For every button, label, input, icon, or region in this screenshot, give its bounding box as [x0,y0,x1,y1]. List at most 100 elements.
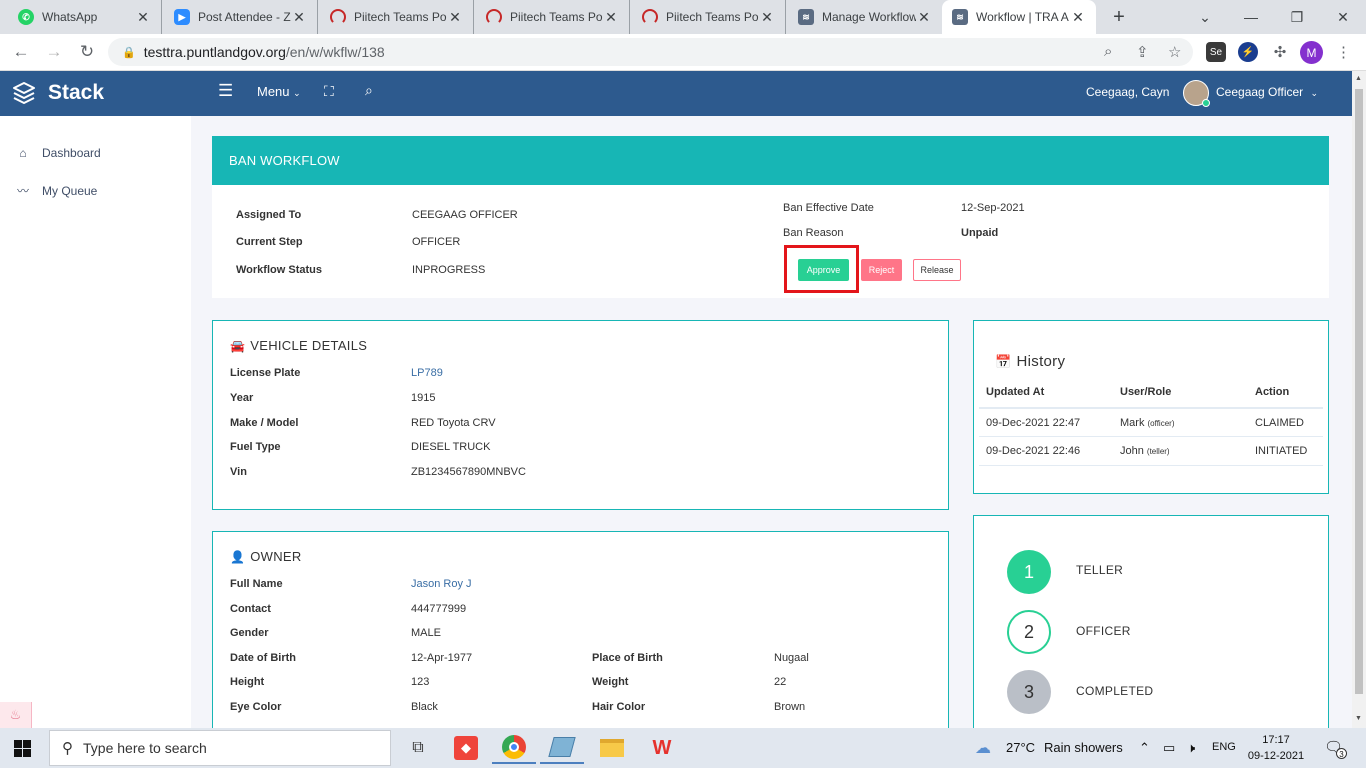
pob-value: Nugaal [774,652,809,664]
online-status-dot [1202,99,1210,107]
brand-name: Stack [48,81,105,104]
forward-arrow-icon[interactable]: → [43,42,65,62]
tab-manage-workflow[interactable]: ≋ Manage Workflow ✕ [788,0,942,34]
back-arrow-icon[interactable]: ← [10,42,32,62]
sidebar-item-label: My Queue [42,183,98,198]
owner-card: 👤 OWNER Full Name Jason Roy J Contact 44… [212,531,949,731]
tab-piitech-1[interactable]: Piitech Teams Por ✕ [320,0,474,34]
tab-workflow-active[interactable]: ≋ Workflow | TRA A ✕ [942,0,1096,34]
menu-dropdown[interactable]: Menu ⌄ [257,84,301,99]
assigned-to-value: CEEGAAG OFFICER [412,209,518,221]
workflow-status-label: Workflow Status [236,264,322,276]
window-close-button[interactable]: ✕ [1320,0,1366,34]
restore-button[interactable]: ❐ [1274,0,1320,34]
minimize-button[interactable]: — [1228,0,1274,34]
selenium-extension-icon[interactable]: Se [1206,42,1226,62]
close-icon[interactable]: ✕ [291,9,307,26]
share-icon[interactable]: ⇪ [1136,43,1149,61]
notification-count-badge: 3 [1336,748,1347,759]
hamburger-menu-icon[interactable]: ☰ [218,81,233,101]
system-clock[interactable]: 17:17 09-12-2021 [1245,732,1307,764]
approve-button[interactable]: Approve [798,259,849,281]
ban-effective-date-label: Ban Effective Date [783,202,874,214]
sidebar-item-dashboard[interactable]: ⌂ Dashboard [16,146,100,160]
hair-color-value: Brown [774,701,806,713]
tab-whatsapp[interactable]: ✆ WhatsApp ✕ [8,0,162,34]
whatsapp-icon: ✆ [18,9,34,25]
lock-icon[interactable]: 🔒 [122,46,136,59]
license-plate-link[interactable]: LP789 [411,367,443,379]
tab-search-chevron-icon[interactable]: ⌄ [1182,0,1228,34]
new-tab-button[interactable]: + [1108,6,1130,29]
extensions-puzzle-icon[interactable]: ✣ [1270,42,1290,62]
history-user-name: Mark [1120,417,1145,429]
close-icon[interactable]: ✕ [603,9,619,26]
bookmark-star-icon[interactable]: ☆ [1168,43,1181,61]
height-label: Height [230,676,265,688]
user-name[interactable]: Ceegaag, Cayn [1086,85,1169,99]
zoom-icon: ▶ [174,9,190,25]
user-role: Ceegaag Officer [1216,85,1304,99]
scrollbar-thumb[interactable] [1355,89,1363,694]
current-step-value: OFFICER [412,236,461,248]
eye-color-value: Black [411,701,438,713]
scroll-down-icon[interactable]: ▼ [1355,715,1362,722]
reload-icon[interactable]: ↻ [76,42,98,62]
fullscreen-icon[interactable]: ⛶ [324,83,334,100]
user-role-dropdown[interactable]: Ceegaag Officer ⌄ [1216,85,1318,99]
wps-office-icon[interactable]: W [640,732,684,764]
zoom-magnifier-icon[interactable]: ⌕ [1104,43,1112,60]
lightning-extension-icon[interactable]: ⚡ [1238,42,1258,62]
taskbar-search-input[interactable]: ⚲ Type here to search [49,730,391,766]
fuel-type-value: DIESEL TRUCK [411,441,491,453]
vin-value: ZB1234567890MNBVC [411,466,526,478]
close-icon[interactable]: ✕ [447,9,463,26]
windows-start-icon[interactable] [14,740,31,757]
page-scrollbar[interactable]: ▲ ▼ [1352,71,1366,728]
taskbar-search-placeholder: Type here to search [83,740,207,756]
gender-label: Gender [230,627,269,639]
close-icon[interactable]: ✕ [916,9,932,26]
temperature[interactable]: 27°C [1006,740,1035,755]
avatar[interactable] [1183,80,1210,107]
history-action: CLAIMED [1255,417,1304,429]
kebab-menu-icon[interactable]: ⋮ [1336,43,1351,61]
chevron-down-icon: ⌄ [1310,88,1319,98]
debug-toolbar-icon[interactable]: ♨ [0,702,32,728]
weather-icon[interactable]: ☁ [975,738,991,758]
chevron-up-icon[interactable]: ⌃ [1139,740,1150,756]
url-path: /en/w/wkflw/138 [285,44,385,60]
tab-piitech-3[interactable]: Piitech Teams Por ✕ [632,0,786,34]
full-name-link[interactable]: Jason Roy J [411,578,472,590]
language-indicator[interactable]: ENG [1212,741,1236,753]
close-icon[interactable]: ✕ [1070,9,1086,26]
tab-zoom[interactable]: ▶ Post Attendee - Z ✕ [164,0,318,34]
profile-avatar[interactable]: M [1300,41,1323,64]
piitech-icon [330,9,346,25]
url-input[interactable]: 🔒 testtra.puntlandgov.org/en/w/wkflw/138 [108,38,1193,66]
close-icon[interactable]: ✕ [135,9,151,26]
brand[interactable]: Stack [12,81,104,105]
release-button[interactable]: Release [913,259,961,281]
search-icon[interactable]: ⌕ [365,82,373,99]
notepad-app-icon[interactable] [540,732,584,764]
file-explorer-icon[interactable] [590,732,634,764]
stack-logo-icon [13,82,35,104]
tab-title: WhatsApp [42,10,98,24]
stack-icon: ≋ [798,9,814,25]
assigned-to-label: Assigned To [236,209,302,221]
weather-text[interactable]: Rain showers [1044,740,1123,755]
clock-time: 17:17 [1262,734,1290,746]
close-icon[interactable]: ✕ [759,9,775,26]
battery-icon[interactable]: ▭ [1163,740,1175,756]
user-icon: 👤 [230,549,246,564]
task-view-icon[interactable]: ⧉ [396,732,440,764]
reject-button[interactable]: Reject [861,259,902,281]
step-2-label: OFFICER [1076,624,1131,638]
anydesk-app-icon[interactable]: ◆ [444,732,488,764]
sidebar-item-my-queue[interactable]: 〰 My Queue [16,182,97,199]
scroll-up-icon[interactable]: ▲ [1355,75,1362,82]
tab-piitech-2[interactable]: Piitech Teams Por ✕ [476,0,630,34]
chrome-app-icon[interactable] [492,732,536,764]
volume-muted-icon[interactable]: 🕨 [1187,740,1195,756]
